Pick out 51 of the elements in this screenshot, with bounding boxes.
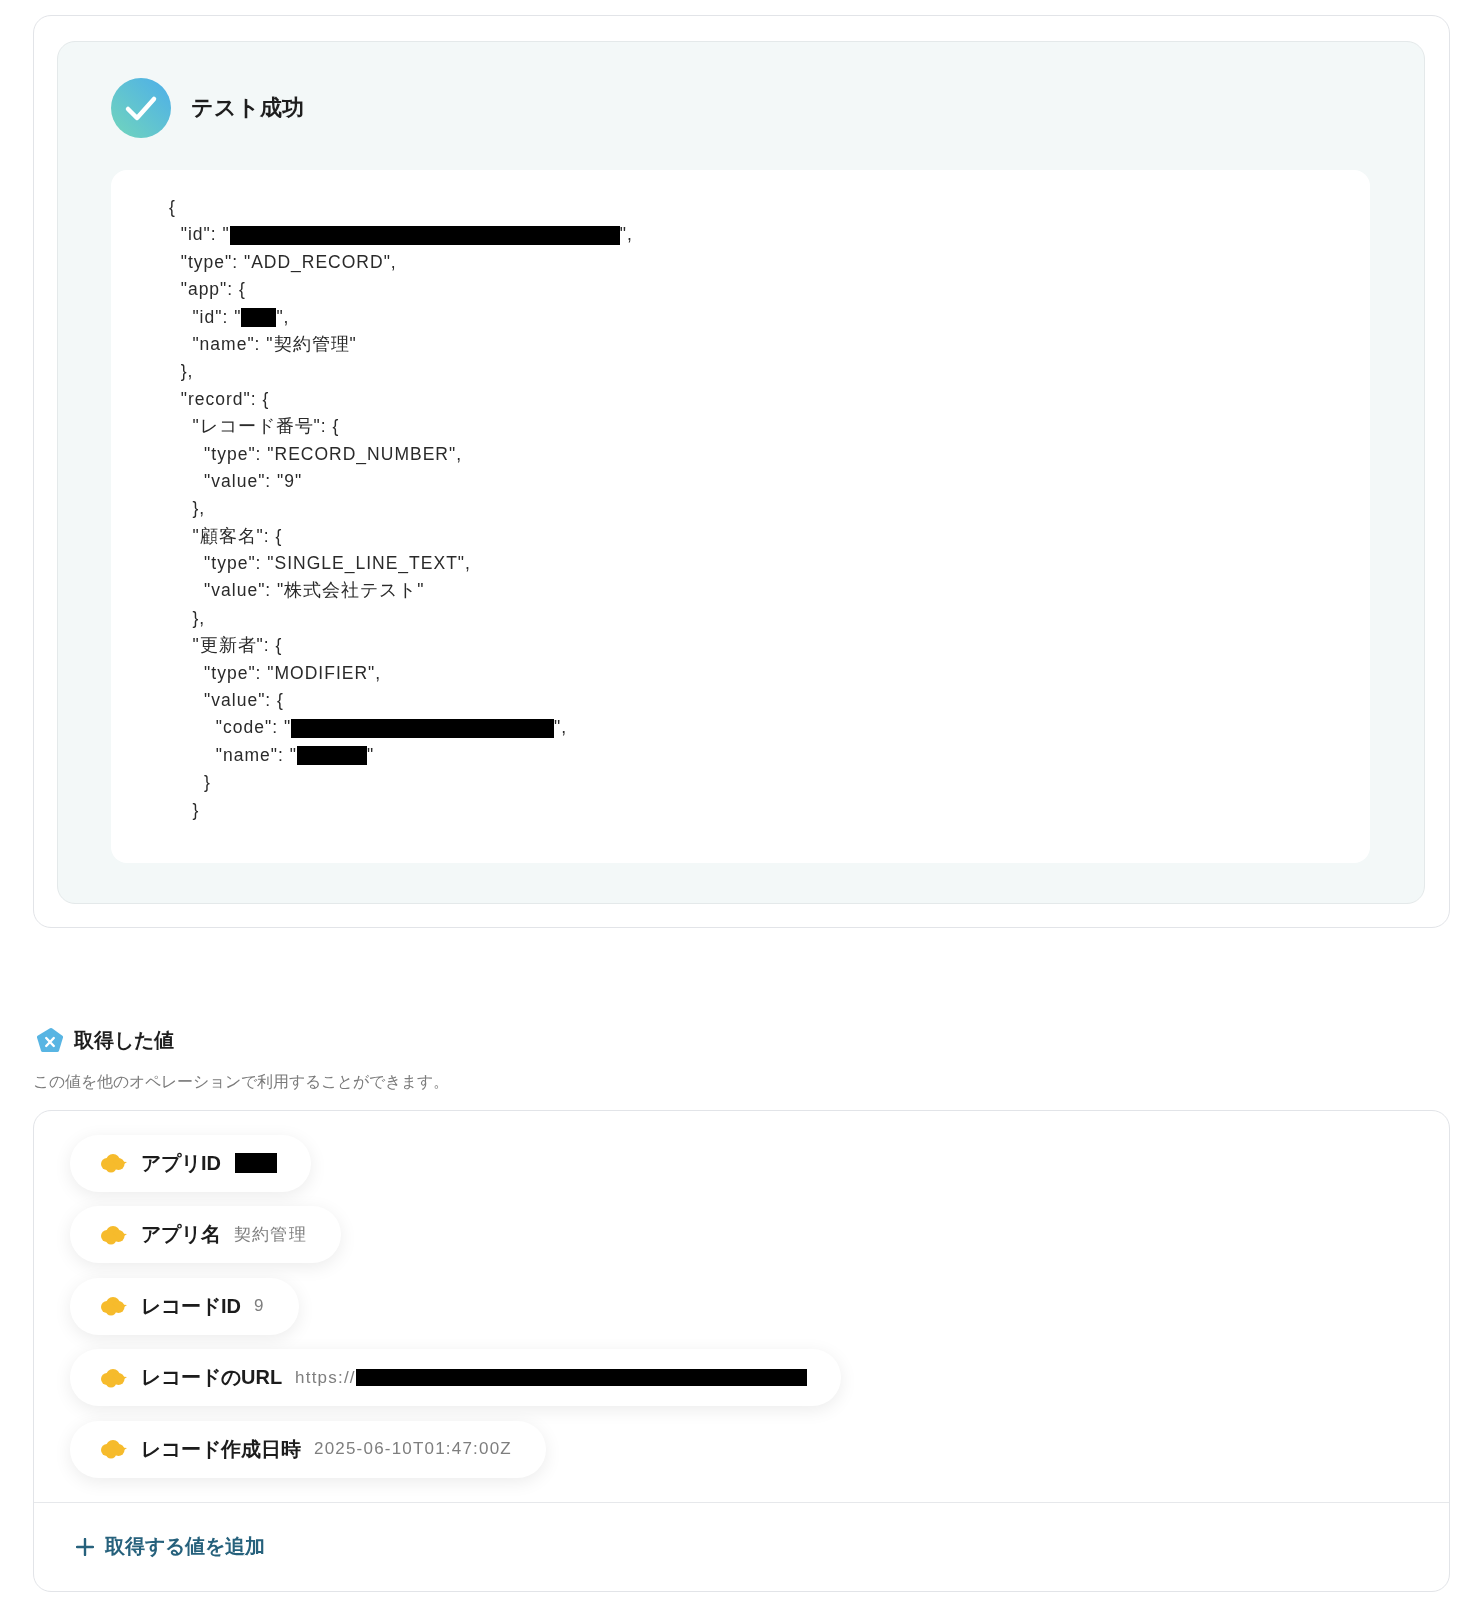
code-text: "app": { — [180, 278, 246, 302]
chip-label: アプリID — [141, 1151, 221, 1176]
status-title: テスト成功 — [191, 94, 304, 122]
code-text: "name": " — [215, 743, 297, 767]
plus-icon — [76, 1538, 94, 1556]
code-text: { — [169, 196, 176, 219]
code-text: }, — [192, 606, 206, 630]
redaction-bar — [235, 1153, 277, 1174]
section-title: 取得した値 — [74, 1028, 174, 1054]
cloud-icon — [99, 1225, 127, 1245]
check-icon — [111, 78, 171, 138]
variable-icon — [36, 1027, 64, 1055]
cloud-icon — [99, 1439, 127, 1460]
code-text: ", — [554, 716, 568, 740]
chip-label: レコード作成日時 — [141, 1437, 301, 1462]
chip-value: https:// — [295, 1368, 356, 1388]
code-text: "name": "契約管理" — [192, 332, 357, 356]
section-description: この値を他のオペレーションで利用することができます。 — [33, 1072, 450, 1092]
code-text: "code": " — [215, 716, 292, 740]
chip-label: レコードのURL — [141, 1365, 283, 1391]
code-text: "id": " — [180, 223, 230, 247]
code-text: "レコード番号": { — [192, 415, 340, 439]
chip-label: アプリ名 — [141, 1222, 221, 1248]
code-text: "value": "9" — [204, 469, 303, 493]
code-text: }, — [192, 497, 206, 521]
code-text: "更新者": { — [192, 634, 283, 658]
add-value-button[interactable]: 取得する値を追加 — [72, 1529, 269, 1565]
code-text: ", — [276, 305, 290, 329]
redaction-bar — [241, 307, 277, 327]
code-text: "type": "MODIFIER", — [204, 661, 382, 685]
chip-value: 2025-06-10T01:47:00Z — [314, 1439, 512, 1460]
code-text: ", — [619, 223, 633, 247]
code-text: } — [204, 771, 211, 795]
redaction-bar — [296, 746, 367, 765]
code-text: " — [366, 743, 375, 767]
cloud-icon — [99, 1153, 127, 1174]
code-text: }, — [180, 360, 194, 384]
code-text: "type": "ADD_RECORD", — [180, 250, 397, 275]
chip-label: レコードID — [141, 1294, 241, 1319]
cloud-icon — [99, 1368, 127, 1388]
code-text: "顧客名": { — [192, 524, 283, 548]
code-text: } — [192, 798, 200, 822]
code-text: "value": "株式会社テスト" — [204, 579, 425, 603]
code-text: "type": "RECORD_NUMBER", — [204, 442, 462, 467]
code-text: "type": "SINGLE_LINE_TEXT", — [204, 552, 471, 576]
code-text: "record": { — [180, 387, 270, 411]
chip-value: 9 — [254, 1296, 265, 1317]
chip-value: 契約管理 — [234, 1224, 307, 1247]
cloud-icon — [99, 1296, 127, 1317]
code-text: "id": " — [192, 305, 242, 329]
code-text: "value": { — [204, 689, 284, 713]
